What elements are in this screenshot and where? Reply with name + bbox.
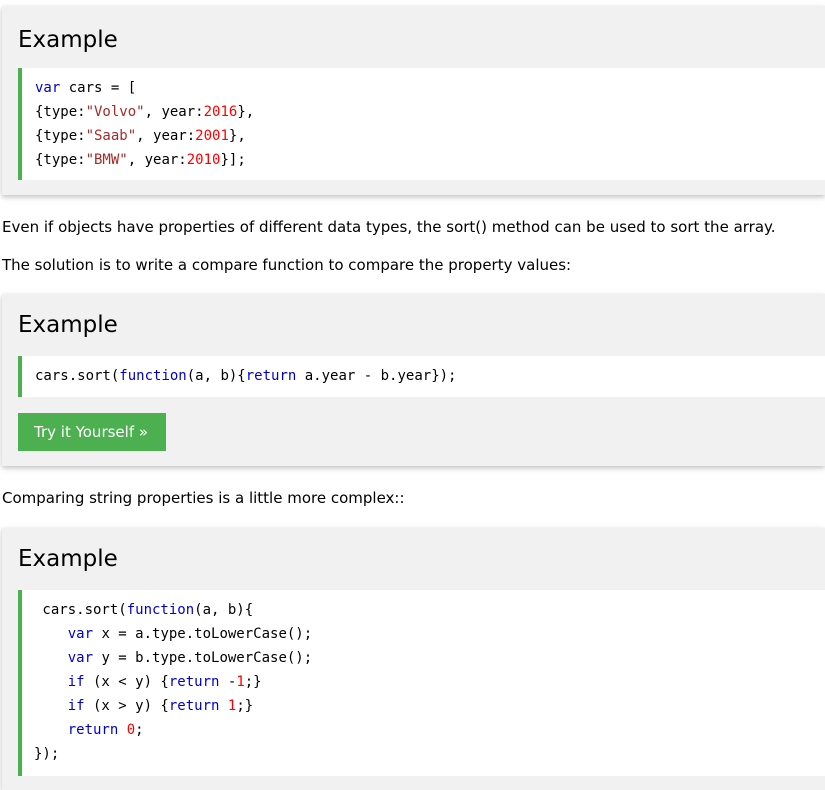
code-token: , year: <box>144 104 204 120</box>
code-token: 1 <box>236 674 245 690</box>
code-token: var <box>35 80 61 96</box>
code-token: {type: <box>35 152 86 168</box>
code-token: ; <box>135 722 144 738</box>
code-token: if <box>67 698 85 714</box>
example-panel-2: Example cars.sort(function(a, b){return … <box>2 294 825 466</box>
paragraph-sort-types: Even if objects have properties of diffe… <box>2 218 776 236</box>
code-token: {type: <box>35 104 86 120</box>
code-token: "BMW" <box>85 152 128 168</box>
code-token: "Volvo" <box>85 104 145 120</box>
code-token: return <box>168 698 220 714</box>
code-token: (x > y) { <box>84 698 169 714</box>
code-token: (a, b){ <box>194 602 254 618</box>
code-token: if <box>67 674 85 690</box>
code-token: }); <box>34 746 60 762</box>
example-heading-1: Example <box>18 27 118 53</box>
code-line: {type:"Saab", year:2001}, <box>35 126 246 146</box>
code-line: var cars = [ <box>35 78 136 98</box>
code-block-1: var cars = [ {type:"Volvo", year:2016}, … <box>18 68 825 180</box>
code-line: cars.sort(function(a, b){ <box>34 600 253 620</box>
code-token: function <box>126 602 195 618</box>
code-token: {type: <box>35 128 86 144</box>
code-token: var <box>67 650 94 666</box>
code-line: var y = b.type.toLowerCase(); <box>34 648 312 668</box>
code-token: (x < y) { <box>84 674 169 690</box>
code-token: cars = [ <box>60 80 137 96</box>
try-it-yourself-button[interactable]: Try it Yourself » <box>18 413 166 451</box>
code-token: return <box>67 722 119 738</box>
code-token: x = a.type.toLowerCase(); <box>93 626 313 642</box>
code-token: 0 <box>126 722 136 738</box>
code-line: var x = a.type.toLowerCase(); <box>34 624 312 644</box>
code-token: , year: <box>136 128 196 144</box>
code-token: function <box>119 368 187 384</box>
code-token: , year: <box>127 152 187 168</box>
code-token: 2010 <box>186 152 221 168</box>
code-token: - <box>219 674 237 690</box>
code-token: "Saab" <box>85 128 137 144</box>
code-token: cars.sort( <box>35 368 120 384</box>
code-line: if (x < y) {return -1;} <box>34 672 262 692</box>
code-line: cars.sort(function(a, b){return a.year -… <box>35 366 456 386</box>
code-token: (a, b){ <box>186 368 246 384</box>
code-line: }); <box>34 744 59 764</box>
code-block-3: cars.sort(function(a, b){ var x = a.type… <box>18 590 825 776</box>
code-token: }]; <box>220 152 246 168</box>
example-heading-3: Example <box>18 546 118 572</box>
code-block-2: cars.sort(function(a, b){return a.year -… <box>18 356 825 397</box>
code-token: var <box>67 626 94 642</box>
code-line: {type:"BMW", year:2010}]; <box>35 150 246 170</box>
code-line: return 0; <box>34 720 144 740</box>
code-token: }, <box>228 128 246 144</box>
code-token: y = b.type.toLowerCase(); <box>93 650 313 666</box>
code-token: return <box>245 368 297 384</box>
code-token: }, <box>237 104 255 120</box>
paragraph-string-compare: Comparing string properties is a little … <box>2 489 405 507</box>
code-line: if (x > y) {return 1;} <box>34 696 253 716</box>
example-panel-3: Example cars.sort(function(a, b){ var x … <box>2 528 825 790</box>
code-token: ;} <box>236 698 254 714</box>
example-panel-1: Example var cars = [ {type:"Volvo", year… <box>2 6 825 195</box>
code-token: cars.sort( <box>34 602 127 618</box>
code-line: {type:"Volvo", year:2016}, <box>35 102 254 122</box>
example-heading-2: Example <box>18 312 118 338</box>
code-token: return <box>168 674 220 690</box>
code-token: 2016 <box>203 104 238 120</box>
code-token: ;} <box>244 674 262 690</box>
code-token: 2001 <box>195 128 229 144</box>
paragraph-compare-function: The solution is to write a compare funct… <box>2 256 572 274</box>
code-token: a.year - b.year}); <box>296 368 457 384</box>
